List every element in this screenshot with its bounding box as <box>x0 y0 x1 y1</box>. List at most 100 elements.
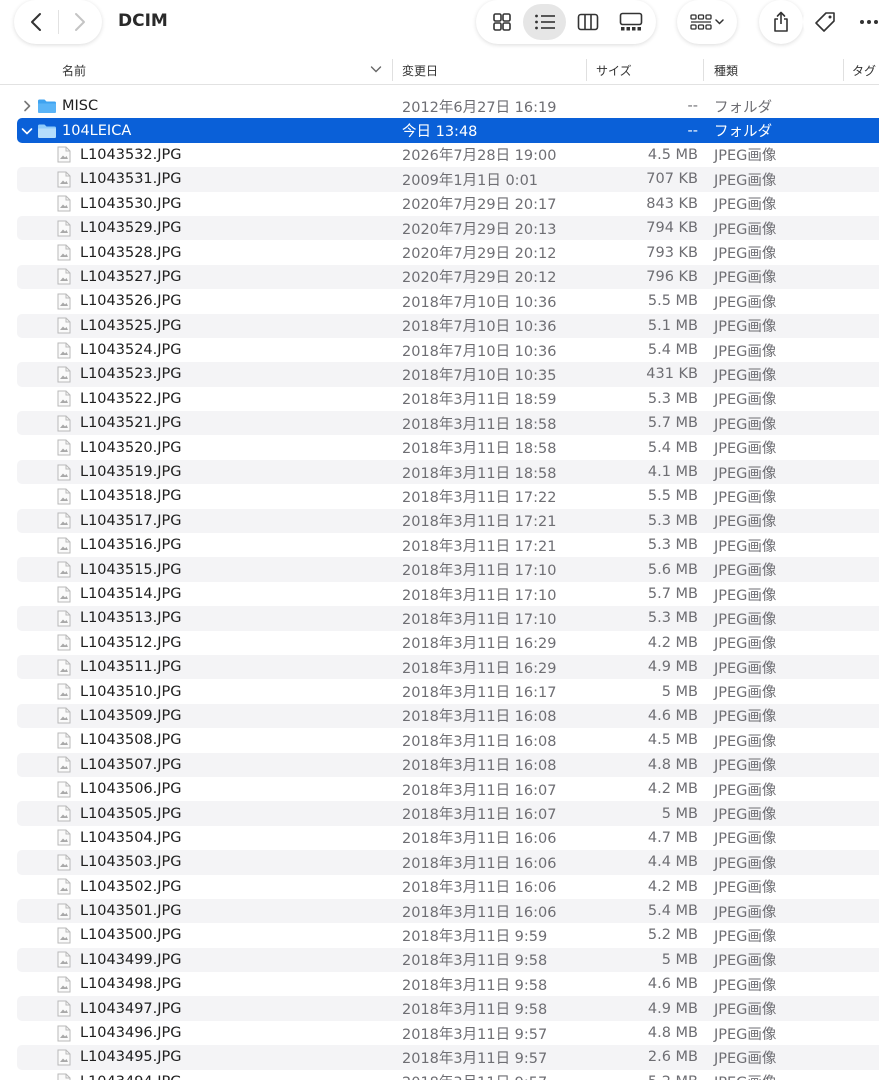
item-size: 4.9 MB <box>647 1000 698 1017</box>
file-row[interactable]: L1043519.JPG 2018年3月11日 18:58 4.1 MB JPEG画像 <box>0 459 879 485</box>
file-row[interactable]: L1043530.JPG 2020年7月29日 20:17 843 KB JPEG画像 <box>0 192 879 216</box>
file-row[interactable]: L1043525.JPG 2018年7月10日 10:36 5.1 MB JPEG画像 <box>0 313 879 339</box>
file-row[interactable]: L1043516.JPG 2018年3月11日 17:21 5.3 MB JPEG画像 <box>0 533 879 557</box>
item-date: 2018年3月11日 16:06 <box>402 855 557 872</box>
jpeg-file-icon <box>57 533 75 557</box>
tag-button[interactable] <box>803 0 847 44</box>
file-row[interactable]: L1043515.JPG 2018年3月11日 17:10 5.6 MB JPEG画像 <box>0 557 879 583</box>
jpeg-file-icon <box>57 1045 75 1069</box>
file-row[interactable]: L1043524.JPG 2018年7月10日 10:36 5.4 MB JPEG画像 <box>0 338 879 362</box>
item-name: L1043519.JPG <box>80 464 182 481</box>
file-row[interactable]: L1043494.JPG 2018年3月11日 9:57 5.2 MB JPEG画像 <box>0 1070 879 1080</box>
back-button[interactable] <box>14 0 58 44</box>
jpeg-file-icon <box>57 265 75 289</box>
column-divider[interactable] <box>586 59 587 81</box>
file-row[interactable]: L1043505.JPG 2018年3月11日 16:07 5 MB JPEG画像 <box>0 801 879 827</box>
file-row[interactable]: L1043522.JPG 2018年3月11日 18:59 5.3 MB JPEG画像 <box>0 387 879 411</box>
icon-view-button[interactable] <box>480 4 523 40</box>
file-row[interactable]: L1043508.JPG 2018年3月11日 16:08 4.5 MB JPEG画像 <box>0 728 879 752</box>
item-name: L1043530.JPG <box>80 195 182 212</box>
item-date: 2018年3月11日 16:17 <box>402 685 557 702</box>
file-row[interactable]: L1043499.JPG 2018年3月11日 9:58 5 MB JPEG画像 <box>0 947 879 973</box>
item-kind: JPEG画像 <box>714 441 777 458</box>
item-kind: JPEG画像 <box>714 1026 777 1043</box>
item-date: 2018年3月11日 9:58 <box>402 1002 548 1019</box>
column-divider[interactable] <box>392 59 393 81</box>
column-tags-header[interactable]: タグ <box>852 55 876 85</box>
file-row[interactable]: L1043517.JPG 2018年3月11日 17:21 5.3 MB JPEG画像 <box>0 508 879 534</box>
item-name: L1043502.JPG <box>80 878 182 895</box>
file-row[interactable]: L1043531.JPG 2009年1月1日 0:01 707 KB JPEG画像 <box>0 167 879 192</box>
item-name: 104LEICA <box>62 122 132 139</box>
item-name: L1043505.JPG <box>80 805 182 822</box>
file-row[interactable]: L1043513.JPG 2018年3月11日 17:10 5.3 MB JPEG画像 <box>0 606 879 631</box>
disclosure-chevron-right-icon[interactable] <box>20 94 34 118</box>
list-view-button[interactable] <box>523 4 566 40</box>
item-size: 4.9 MB <box>647 659 698 676</box>
jpeg-file-icon <box>57 582 75 606</box>
file-row[interactable]: L1043527.JPG 2020年7月29日 20:12 796 KB JPEG画像 <box>0 264 879 290</box>
item-name: L1043500.JPG <box>80 927 182 944</box>
item-kind: JPEG画像 <box>714 197 777 214</box>
file-row[interactable]: L1043526.JPG 2018年7月10日 10:36 5.5 MB JPEG画像 <box>0 289 879 313</box>
file-row[interactable]: L1043504.JPG 2018年3月11日 16:06 4.7 MB JPEG画像 <box>0 826 879 850</box>
gallery-view-button[interactable] <box>609 4 652 40</box>
item-size: 4.5 MB <box>647 732 698 749</box>
jpeg-file-icon <box>57 435 75 459</box>
file-row[interactable]: L1043532.JPG 2026年7月28日 19:00 4.5 MB JPEG画像 <box>0 143 879 167</box>
file-row[interactable]: L1043529.JPG 2020年7月29日 20:13 794 KB JPEG画像 <box>0 215 879 241</box>
more-button[interactable] <box>847 0 879 44</box>
forward-button[interactable] <box>58 0 102 44</box>
column-kind-header[interactable]: 種類 <box>714 55 738 85</box>
file-row[interactable]: L1043523.JPG 2018年7月10日 10:35 431 KB JPEG画像 <box>0 362 879 388</box>
chevron-right-icon <box>75 13 86 31</box>
file-row[interactable]: L1043507.JPG 2018年3月11日 16:08 4.8 MB JPEG画像 <box>0 752 879 778</box>
jpeg-file-icon <box>57 801 75 825</box>
file-row[interactable]: L1043502.JPG 2018年3月11日 16:06 4.2 MB JPEG画像 <box>0 875 879 899</box>
folder-row[interactable]: MISC 2012年6月27日 16:19 -- フォルダ <box>0 94 879 118</box>
file-row[interactable]: L1043496.JPG 2018年3月11日 9:57 4.8 MB JPEG画像 <box>0 1021 879 1045</box>
column-divider[interactable] <box>703 59 704 81</box>
item-name: L1043510.JPG <box>80 683 182 700</box>
chevron-left-icon <box>30 13 41 31</box>
column-name-header[interactable]: 名前 <box>62 55 86 85</box>
item-date: 2018年3月11日 18:58 <box>402 465 557 482</box>
file-row[interactable]: L1043498.JPG 2018年3月11日 9:58 4.6 MB JPEG画像 <box>0 972 879 996</box>
item-date: 2018年3月11日 18:59 <box>402 392 557 409</box>
file-list: MISC 2012年6月27日 16:19 -- フォルダ 104LEICA 今日 13:… <box>0 94 879 1080</box>
sort-chevron-down-icon[interactable] <box>370 64 382 74</box>
file-row[interactable]: L1043497.JPG 2018年3月11日 9:58 4.9 MB JPEG画像 <box>0 996 879 1022</box>
share-button[interactable] <box>759 0 803 44</box>
item-date: 2018年3月11日 17:10 <box>402 563 557 580</box>
file-row[interactable]: L1043521.JPG 2018年3月11日 18:58 5.7 MB JPEG画像 <box>0 411 879 436</box>
jpeg-file-icon <box>57 728 75 752</box>
item-size: 5.5 MB <box>647 293 698 310</box>
file-row[interactable]: L1043514.JPG 2018年3月11日 17:10 5.7 MB JPEG画像 <box>0 582 879 606</box>
file-row[interactable]: L1043528.JPG 2020年7月29日 20:12 793 KB JPEG画像 <box>0 240 879 264</box>
item-date: 2018年3月11日 9:57 <box>402 1070 547 1080</box>
file-row[interactable]: L1043511.JPG 2018年3月11日 16:29 4.9 MB JPEG画像 <box>0 654 879 680</box>
item-name: L1043512.JPG <box>80 634 182 651</box>
item-kind: JPEG画像 <box>714 758 777 775</box>
file-row[interactable]: L1043509.JPG 2018年3月11日 16:08 4.6 MB JPEG画像 <box>0 703 879 729</box>
file-row[interactable]: L1043520.JPG 2018年3月11日 18:58 5.4 MB JPEG画像 <box>0 435 879 459</box>
file-row[interactable]: L1043503.JPG 2018年3月11日 16:06 4.4 MB JPEG画像 <box>0 850 879 875</box>
item-kind: JPEG画像 <box>714 246 777 263</box>
folder-row[interactable]: 104LEICA 今日 13:48 -- フォルダ <box>0 118 879 144</box>
file-row[interactable]: L1043510.JPG 2018年3月11日 16:17 5 MB JPEG画像 <box>0 679 879 703</box>
item-size: 5.7 MB <box>647 586 698 602</box>
file-row[interactable]: L1043506.JPG 2018年3月11日 16:07 4.2 MB JPEG画像 <box>0 777 879 801</box>
disclosure-chevron-down-icon[interactable] <box>20 118 34 142</box>
column-divider[interactable] <box>843 59 844 81</box>
file-row[interactable]: L1043518.JPG 2018年3月11日 17:22 5.5 MB JPEG画像 <box>0 484 879 508</box>
group-by-button[interactable] <box>677 0 737 44</box>
file-row[interactable]: L1043500.JPG 2018年3月11日 9:59 5.2 MB JPEG画像 <box>0 923 879 947</box>
column-date-header[interactable]: 変更日 <box>402 55 438 85</box>
item-name: L1043513.JPG <box>80 610 182 627</box>
file-row[interactable]: L1043495.JPG 2018年3月11日 9:57 2.6 MB JPEG画像 <box>0 1045 879 1071</box>
column-size-header[interactable]: サイズ <box>596 55 632 85</box>
column-view-button[interactable] <box>566 4 609 40</box>
file-row[interactable]: L1043501.JPG 2018年3月11日 16:06 5.4 MB JPEG画像 <box>0 898 879 924</box>
item-size: 4.4 MB <box>647 854 698 871</box>
file-row[interactable]: L1043512.JPG 2018年3月11日 16:29 4.2 MB JPEG画像 <box>0 631 879 655</box>
